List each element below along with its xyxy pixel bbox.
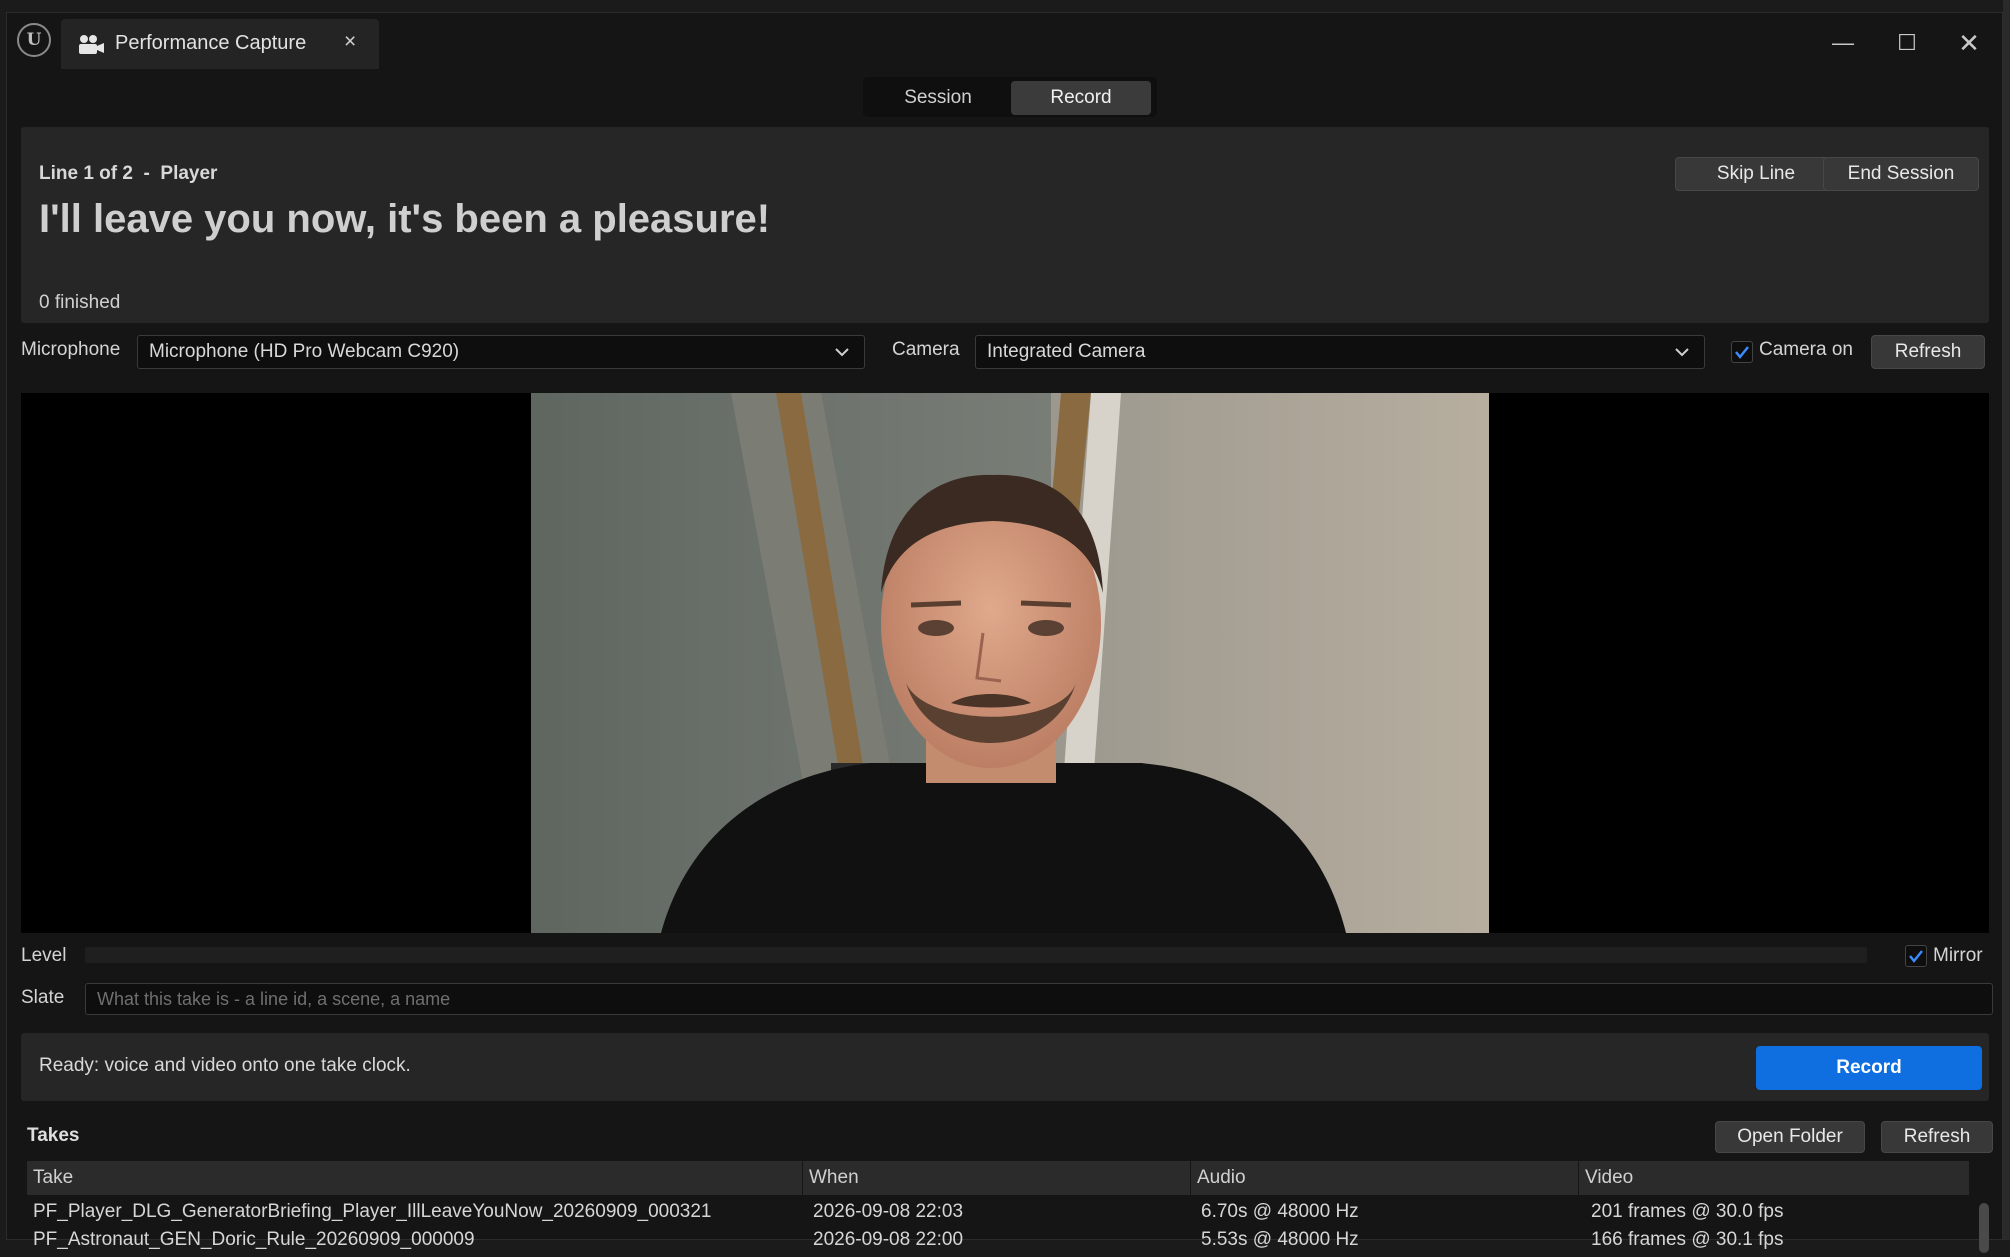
- video-preview: [21, 393, 1989, 933]
- check-icon: [1735, 346, 1749, 359]
- title-bar: U Performance Capture × — ☐ ✕: [7, 13, 2002, 69]
- take-audio: 6.70s @ 48000 Hz: [1201, 1201, 1359, 1222]
- tab-close-icon[interactable]: ×: [344, 30, 356, 54]
- camera-on-label: Camera on: [1759, 339, 1853, 360]
- open-folder-button[interactable]: Open Folder: [1715, 1121, 1865, 1153]
- chevron-down-icon: [1675, 348, 1689, 357]
- document-tab[interactable]: Performance Capture ×: [61, 19, 379, 69]
- level-label: Level: [21, 945, 67, 966]
- status-text: Ready: voice and video onto one take clo…: [39, 1055, 411, 1076]
- tab-record[interactable]: Record: [1011, 81, 1151, 115]
- column-header-audio[interactable]: Audio: [1191, 1161, 1579, 1195]
- camera-on-checkbox[interactable]: [1731, 341, 1753, 363]
- finished-count: 0 finished: [39, 292, 121, 313]
- skip-line-button[interactable]: Skip Line: [1675, 157, 1837, 191]
- take-name: PF_Astronaut_GEN_Doric_Rule_20260909_000…: [33, 1229, 475, 1250]
- camera-feed: [531, 393, 1489, 933]
- refresh-devices-button[interactable]: Refresh: [1871, 335, 1985, 369]
- slate-input[interactable]: What this take is - a line id, a scene, …: [85, 983, 1993, 1015]
- microphone-dropdown[interactable]: Microphone (HD Pro Webcam C920): [137, 335, 865, 369]
- take-when: 2026-09-08 22:00: [813, 1229, 964, 1250]
- camera-dropdown[interactable]: Integrated Camera: [975, 335, 1705, 369]
- performance-capture-icon: [79, 35, 104, 54]
- table-row[interactable]: PF_Astronaut_GEN_Doric_Rule_20260909_000…: [27, 1229, 1969, 1257]
- camera-value: Integrated Camera: [987, 341, 1146, 362]
- take-video: 201 frames @ 30.0 fps: [1591, 1201, 1784, 1222]
- refresh-takes-button[interactable]: Refresh: [1881, 1121, 1993, 1153]
- take-video: 166 frames @ 30.1 fps: [1591, 1229, 1784, 1250]
- slate-label: Slate: [21, 987, 65, 1008]
- line-text: I'll leave you now, it's been a pleasure…: [39, 197, 771, 241]
- unreal-logo-icon[interactable]: U: [17, 23, 51, 57]
- takes-scrollbar[interactable]: [1979, 1203, 1989, 1253]
- column-header-take[interactable]: Take: [27, 1161, 803, 1195]
- audio-level-meter: [85, 947, 1867, 963]
- camera-label: Camera: [892, 339, 960, 360]
- close-window-icon[interactable]: ✕: [1949, 25, 1989, 61]
- take-name: PF_Player_DLG_GeneratorBriefing_Player_I…: [33, 1201, 712, 1222]
- takes-title: Takes: [27, 1125, 80, 1146]
- minimize-icon[interactable]: —: [1823, 25, 1863, 61]
- column-header-video[interactable]: Video: [1579, 1161, 1969, 1195]
- line-header: Line 1 of 2 - Player: [39, 163, 218, 184]
- background-window-edge: [2003, 0, 2010, 1240]
- record-button[interactable]: Record: [1756, 1046, 1982, 1090]
- performance-capture-window: U Performance Capture × — ☐ ✕ Session Re…: [6, 12, 2003, 1253]
- status-panel: Ready: voice and video onto one take clo…: [21, 1033, 1989, 1101]
- tab-session[interactable]: Session: [869, 81, 1007, 115]
- current-line-panel: Line 1 of 2 - Player I'll leave you now,…: [21, 127, 1989, 323]
- chevron-down-icon: [835, 348, 849, 357]
- mode-switch: Session Record: [863, 77, 1157, 117]
- take-when: 2026-09-08 22:03: [813, 1201, 964, 1222]
- end-session-button[interactable]: End Session: [1823, 157, 1979, 191]
- microphone-value: Microphone (HD Pro Webcam C920): [149, 341, 460, 362]
- mirror-label: Mirror: [1933, 945, 1983, 966]
- take-audio: 5.53s @ 48000 Hz: [1201, 1229, 1359, 1250]
- takes-table-header: Take When Audio Video: [27, 1161, 1969, 1195]
- microphone-label: Microphone: [21, 339, 121, 360]
- table-row[interactable]: PF_Player_DLG_GeneratorBriefing_Player_I…: [27, 1201, 1969, 1229]
- maximize-icon[interactable]: ☐: [1887, 25, 1927, 61]
- tab-title: Performance Capture: [115, 32, 307, 54]
- check-icon: [1909, 950, 1923, 963]
- mirror-checkbox[interactable]: [1905, 945, 1927, 967]
- column-header-when[interactable]: When: [803, 1161, 1191, 1195]
- camera-feed-image: [531, 393, 1489, 933]
